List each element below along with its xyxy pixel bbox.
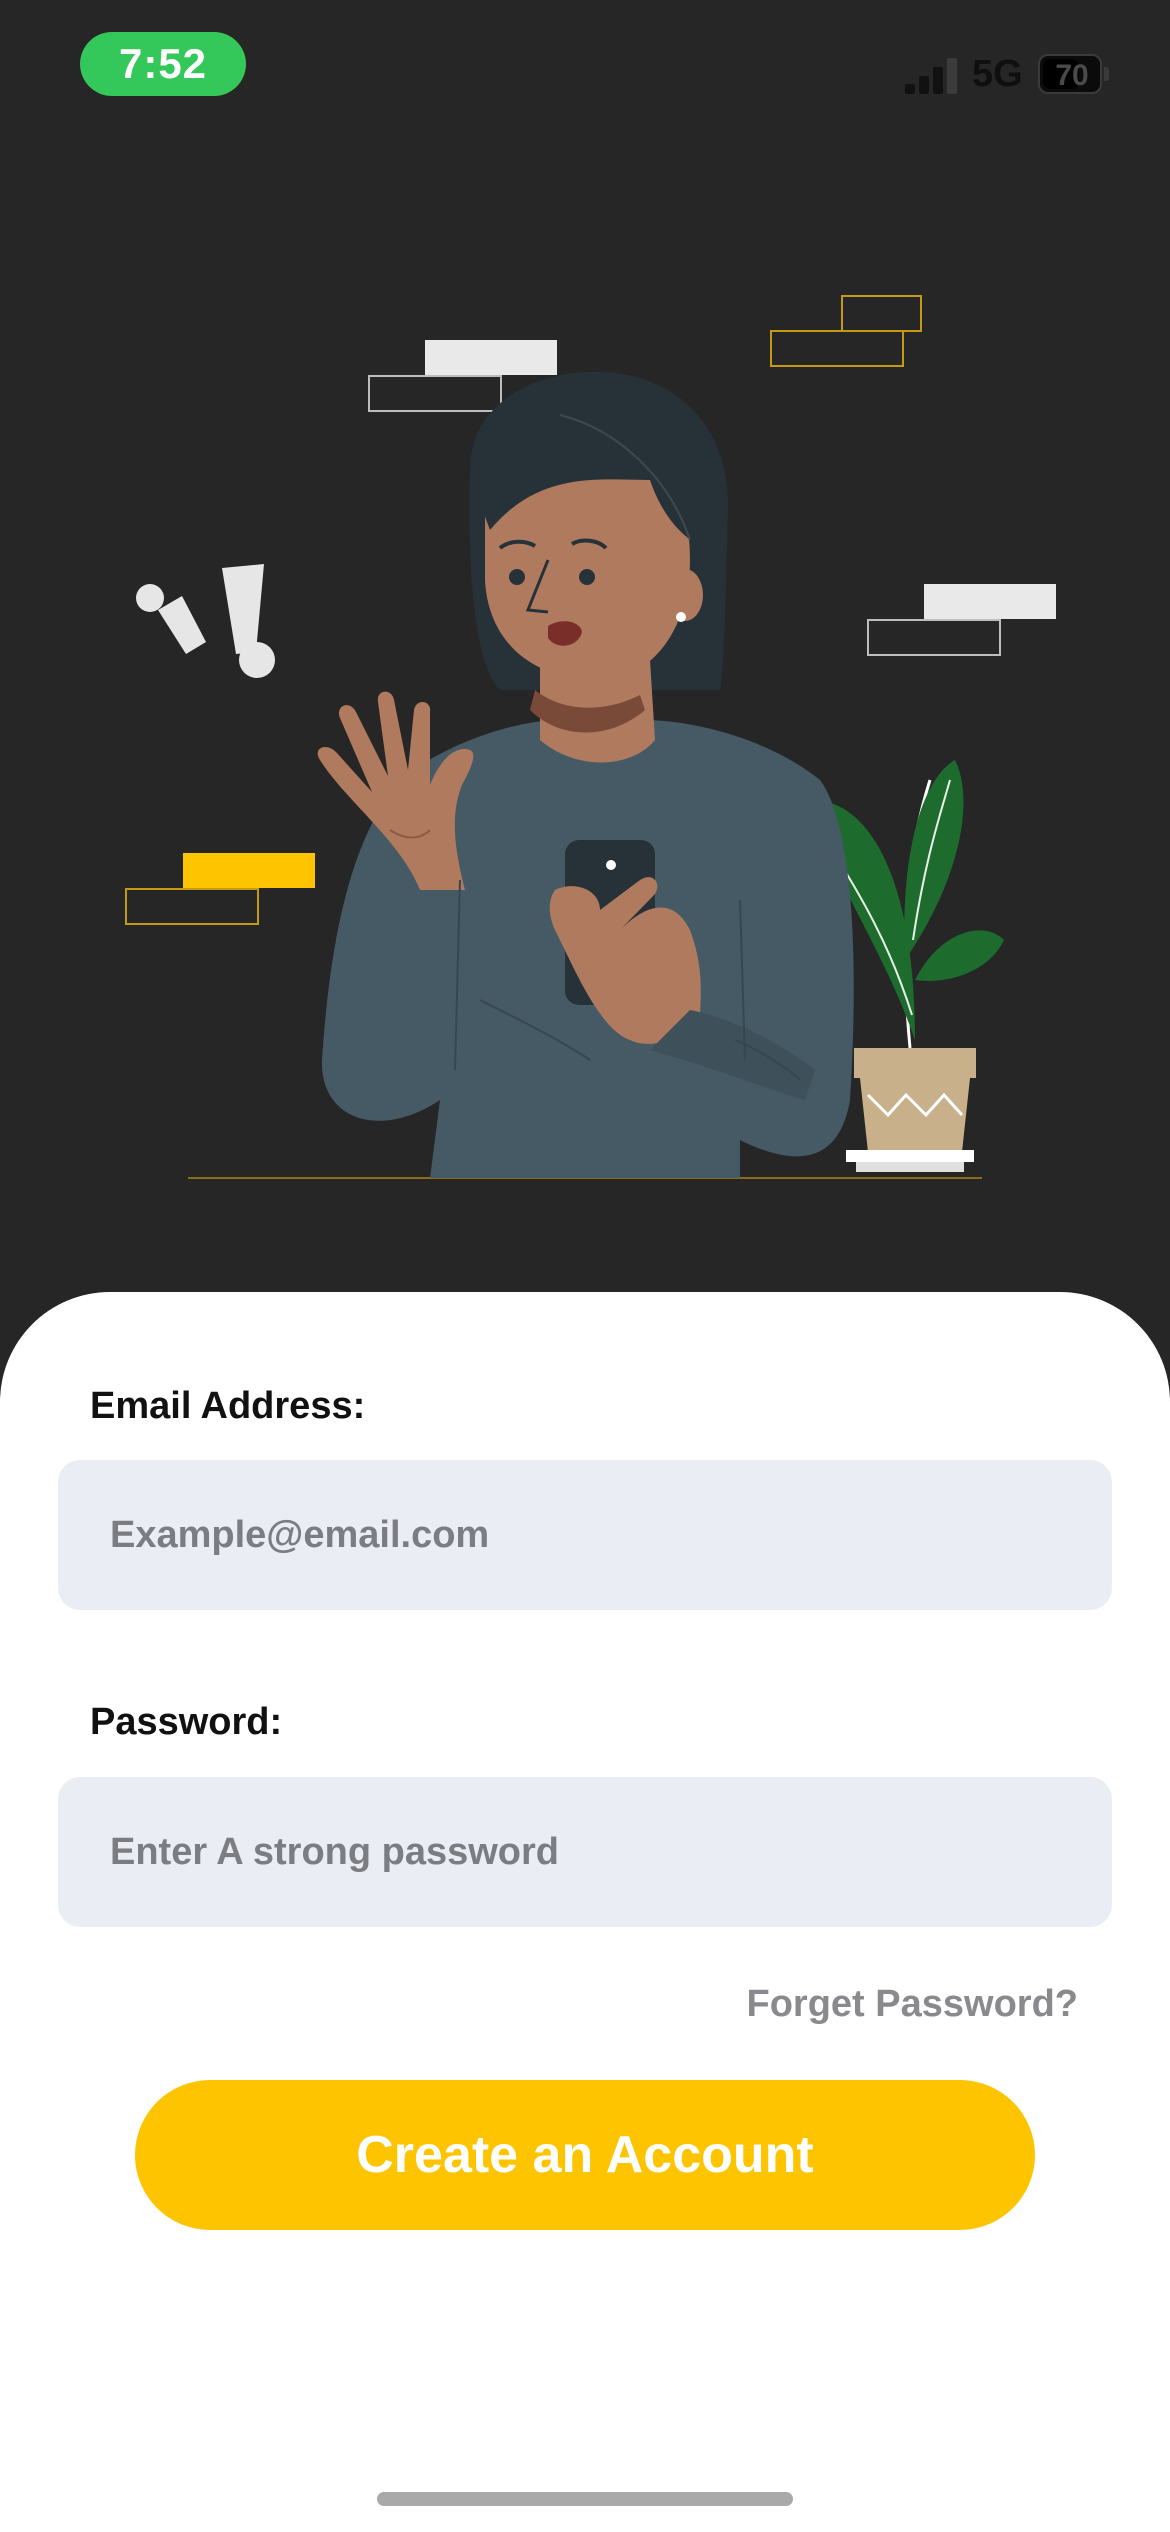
forgot-password-link[interactable]: Forget Password? <box>747 1982 1079 2026</box>
battery-percentage: 70 <box>1055 59 1089 92</box>
person-illustration <box>317 371 854 1178</box>
email-label: Email Address: <box>90 1385 366 1427</box>
home-indicator[interactable] <box>377 2492 793 2506</box>
network-type: 5G <box>972 53 1023 95</box>
exclamation-icon <box>136 564 275 678</box>
email-input[interactable] <box>58 1460 1112 1610</box>
battery-cap <box>1104 67 1109 81</box>
password-label: Password: <box>90 1701 283 1743</box>
signup-screen: 7:52 5G 70 Email Address: Example@email.… <box>0 0 1170 2532</box>
create-account-button[interactable]: Create an Account <box>135 2080 1035 2230</box>
signup-form-card: Email Address: Password: Forget Password… <box>0 1292 1170 2532</box>
battery-icon: 70 <box>1038 54 1110 94</box>
status-time[interactable]: 7:52 <box>80 32 246 96</box>
password-input[interactable] <box>58 1777 1112 1927</box>
signal-icon <box>905 58 957 94</box>
status-bar: 7:52 5G 70 <box>0 0 1170 130</box>
person-waving-with-phone-illustration <box>125 295 1056 1179</box>
